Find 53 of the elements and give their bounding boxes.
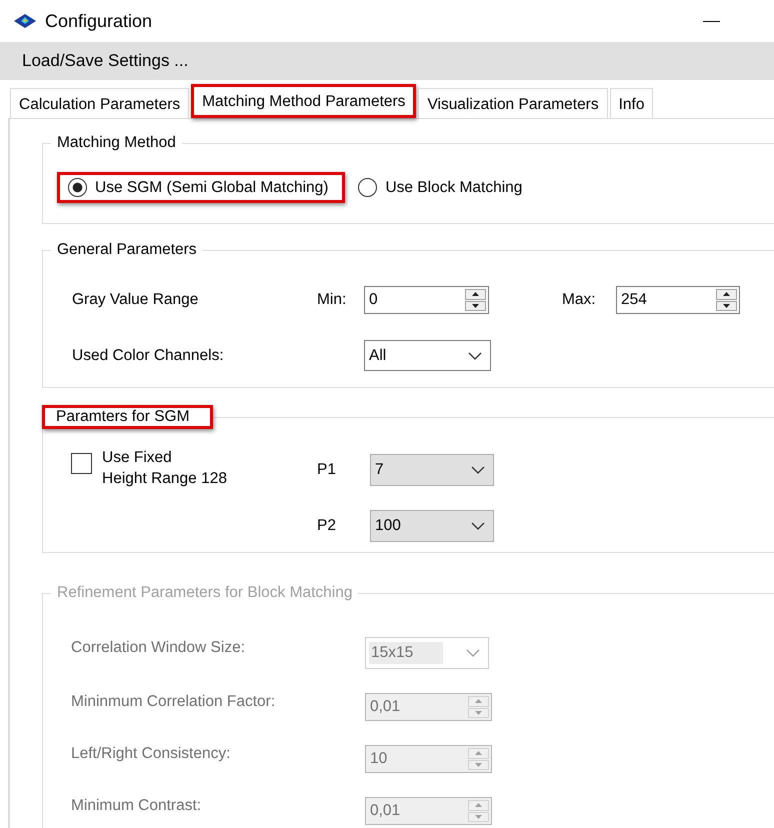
tab[interactable]: Calculation Parameters [10, 88, 190, 118]
field-label: Gray Value Range [72, 291, 200, 309]
minimize-icon[interactable] [703, 20, 720, 22]
field-label: Min: [317, 291, 348, 309]
triangle-up-icon [472, 292, 479, 296]
app-icon [14, 14, 36, 28]
spin-up-button[interactable] [465, 289, 486, 300]
triangle-up-icon [475, 803, 482, 808]
tab[interactable]: Info [610, 88, 654, 118]
group-title: Paramters for SGM [42, 405, 212, 429]
triangle-down-icon [723, 304, 730, 308]
triangle-down-icon [475, 814, 482, 819]
radio-label: Use SGM (Semi Global Matching) [95, 178, 328, 196]
tab[interactable]: Matching Method Parameters [191, 84, 416, 118]
dropdown[interactable]: All [364, 340, 491, 371]
radio-button[interactable] [358, 178, 378, 197]
spin-up-button[interactable] [716, 289, 737, 300]
triangle-up-icon [475, 751, 482, 756]
field-label: Mininmum Correlation Factor: [71, 693, 276, 711]
triangle-down-icon [475, 710, 482, 715]
group-title: Refinement Parameters for Block Matching [56, 583, 354, 603]
window-title: Configuration [45, 10, 152, 32]
radio-option[interactable]: Use SGM (Semi Global Matching) [57, 172, 346, 203]
triangle-up-icon [475, 699, 482, 704]
field-label: Used Color Channels: [72, 346, 225, 364]
spin-box[interactable]: 0 [364, 286, 489, 314]
radio-option[interactable]: Use Block Matching [347, 172, 540, 203]
field-label: P1 [317, 461, 337, 479]
triangle-down-icon [475, 762, 482, 767]
tab[interactable]: Visualization Parameters [418, 88, 608, 118]
triangle-down-icon [472, 304, 479, 308]
spin-box[interactable]: 254 [616, 286, 740, 314]
field-label: Minimum Contrast: [71, 797, 202, 815]
chevron-down-icon [466, 649, 480, 657]
dropdown[interactable]: 100 [370, 510, 494, 542]
dropdown[interactable]: 7 [370, 454, 494, 486]
field-label: Left/Right Consistency: [71, 745, 232, 763]
field-label: Correlation Window Size: [71, 639, 246, 657]
group-title: General Parameters [56, 240, 198, 260]
radio-button[interactable] [68, 178, 87, 197]
radio-label: Use Block Matching [385, 178, 522, 196]
chevron-down-icon [468, 352, 482, 360]
field-label: Max: [562, 291, 597, 309]
field-label: P2 [317, 517, 337, 535]
checkbox[interactable] [71, 453, 92, 474]
spin-down-button[interactable] [465, 300, 486, 311]
menu-item[interactable]: Load/Save Settings ... [14, 48, 196, 74]
group-title: Matching Method [56, 133, 177, 153]
triangle-up-icon [723, 292, 730, 296]
chevron-down-icon [471, 466, 485, 474]
checkbox-label: Use Fixed Height Range 128 [102, 448, 228, 489]
chevron-down-icon [471, 522, 485, 530]
spin-down-button[interactable] [716, 300, 737, 311]
